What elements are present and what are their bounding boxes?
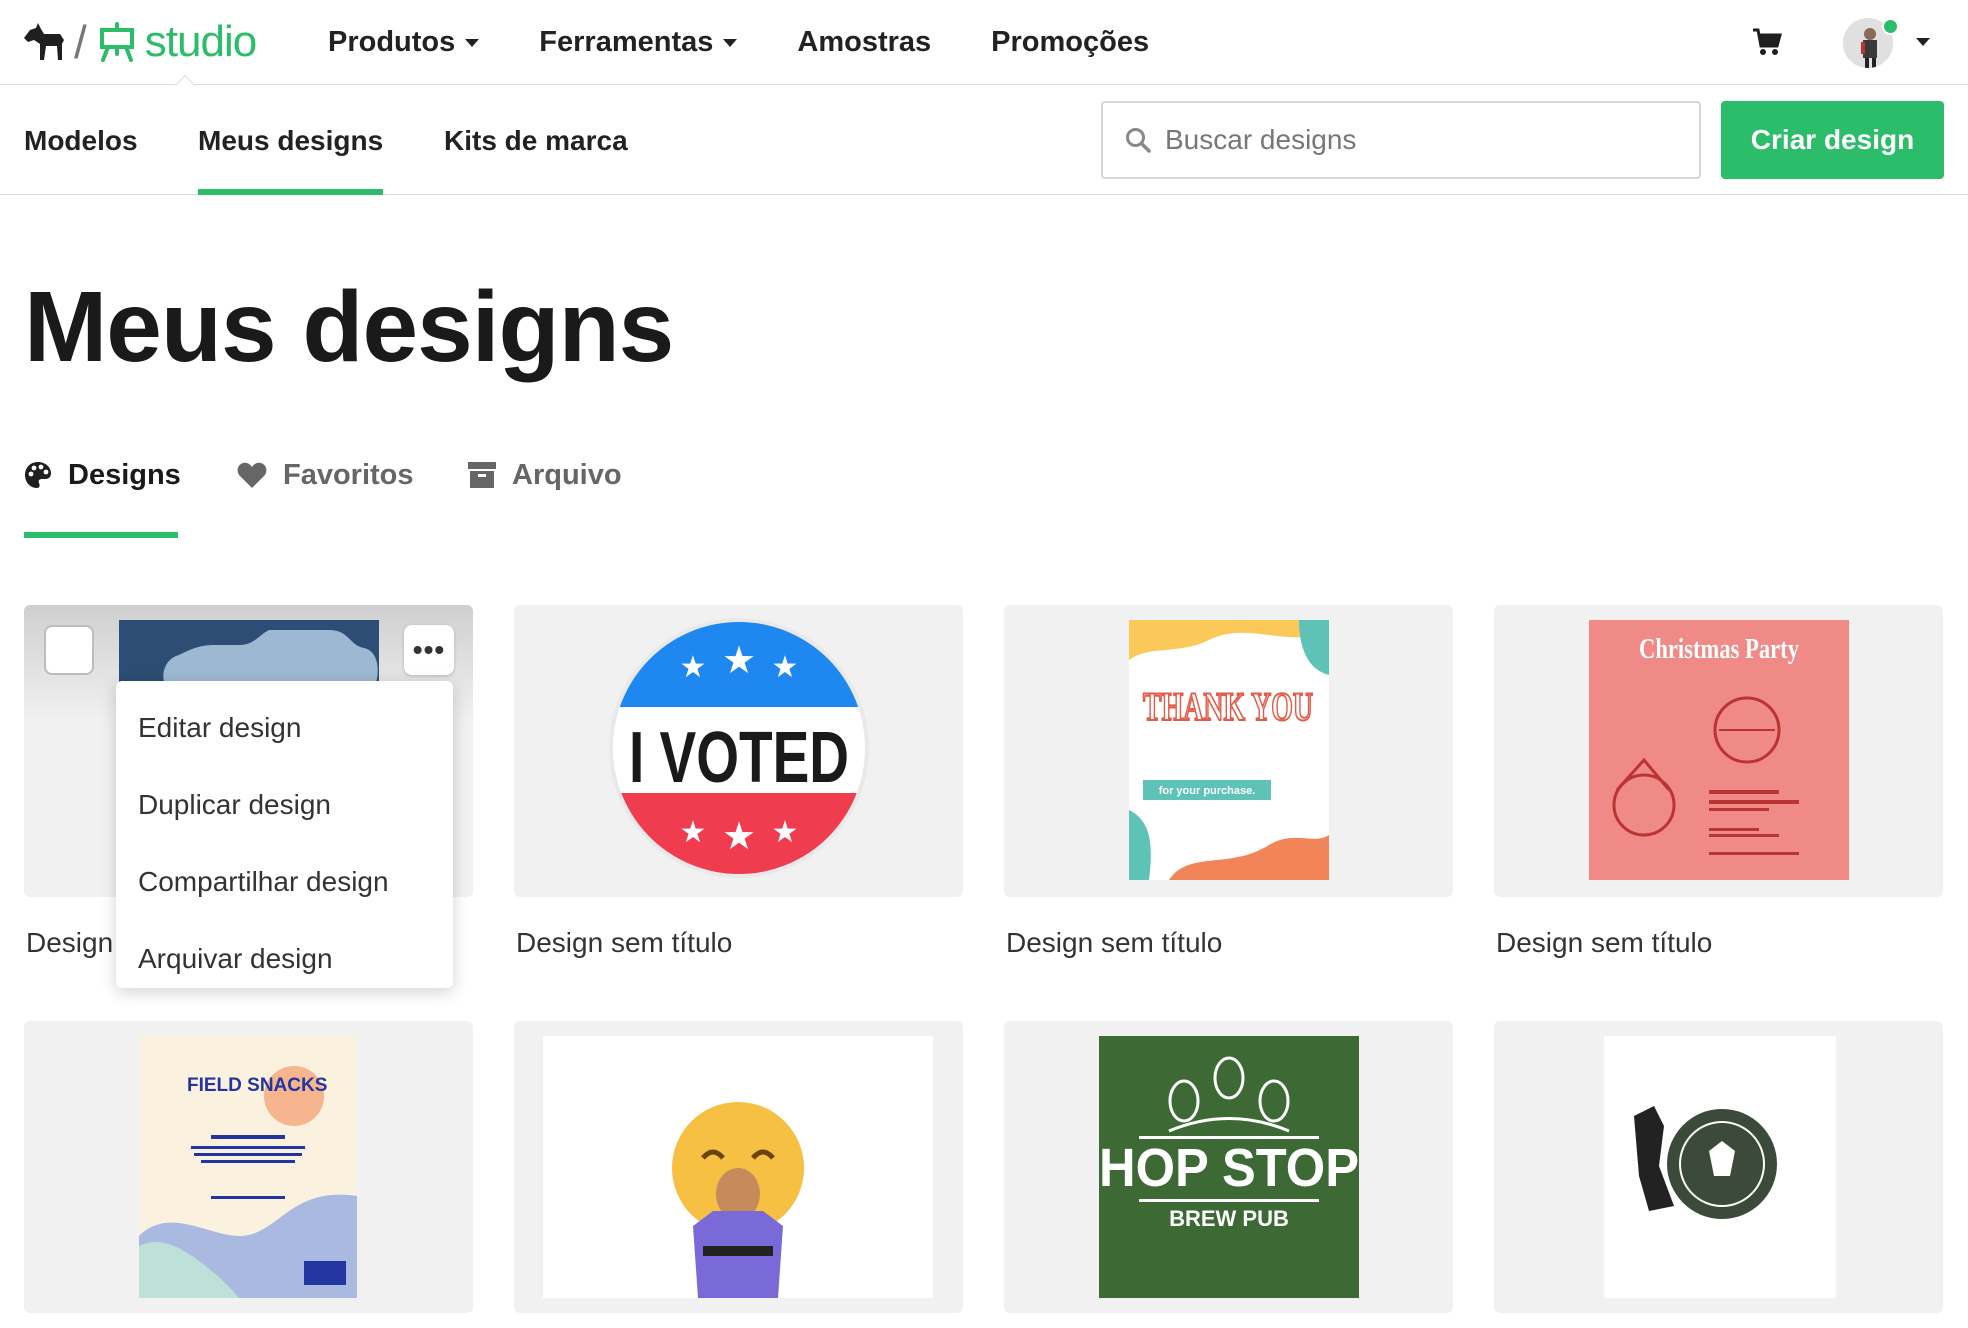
svg-text:★: ★: [722, 814, 756, 858]
tab-designs[interactable]: Designs: [24, 450, 181, 500]
palette-icon: [24, 461, 52, 489]
logo-divider: /: [74, 16, 87, 68]
tab-label: Favoritos: [283, 458, 414, 491]
svg-text:★: ★: [772, 650, 799, 685]
archive-icon: [468, 462, 496, 488]
thumb-subtext: for your purchase.: [1159, 785, 1256, 797]
nav-label: Amostras: [797, 26, 932, 58]
thumb-title: HOP STOP: [1099, 1138, 1359, 1198]
chevron-down-icon: [723, 38, 738, 47]
primary-nav: Produtos Ferramentas Amostras Promoções: [328, 0, 1209, 85]
heart-icon: [237, 462, 267, 489]
svg-text:★: ★: [722, 638, 756, 682]
design-caption: Design: [26, 927, 114, 958]
design-thumbnail: Christmas Party: [1589, 620, 1849, 880]
search-icon: [1126, 128, 1151, 153]
page-title: Meus designs: [24, 271, 674, 383]
secondary-nav: Modelos Meus designs Kits de marca Criar…: [0, 86, 1968, 195]
design-caption: Design sem título: [1006, 927, 1223, 958]
design-caption: Design sem título: [516, 927, 733, 958]
select-checkbox[interactable]: [44, 625, 94, 675]
tab-favoritos[interactable]: Favoritos: [237, 450, 414, 500]
thumb-title: FIELD SNACKS: [187, 1075, 327, 1096]
search-box: [1101, 101, 1701, 179]
design-thumbnail: [1604, 1036, 1836, 1298]
design-thumbnail: THANK YOU for your purchase.: [1129, 620, 1329, 880]
design-thumbnail: [543, 1036, 933, 1298]
online-status-dot: [1882, 18, 1899, 35]
nav-ferramentas[interactable]: Ferramentas: [539, 26, 738, 59]
cart-icon[interactable]: [1752, 28, 1782, 56]
design-thumbnail: FIELD SNACKS: [139, 1036, 357, 1298]
tab-kits-de-marca[interactable]: Kits de marca: [444, 86, 628, 195]
active-tab-indicator: [24, 532, 178, 538]
logo[interactable]: / studio: [22, 16, 257, 68]
more-options-button[interactable]: •••: [404, 625, 454, 675]
top-navbar: / studio Produtos Ferramentas Amostras P…: [0, 0, 1968, 95]
chevron-down-icon: [465, 38, 480, 47]
thumb-title: THANK YOU: [1143, 684, 1313, 729]
horse-icon: [24, 23, 64, 60]
nav-produtos[interactable]: Produtos: [328, 26, 480, 59]
tab-label: Designs: [68, 458, 181, 491]
easel-icon: [99, 22, 134, 62]
menu-item-duplicate-design[interactable]: Duplicar design: [116, 766, 453, 843]
tab-meus-designs[interactable]: Meus designs: [198, 86, 384, 195]
nav-label: Promoções: [991, 26, 1150, 58]
tab-modelos[interactable]: Modelos: [24, 86, 138, 195]
design-thumbnail: [119, 620, 379, 690]
design-card[interactable]: [1494, 1021, 1943, 1313]
tab-arquivo[interactable]: Arquivo: [468, 450, 622, 500]
design-card[interactable]: Christmas Party: [1494, 605, 1943, 897]
design-thumbnail: ★ ★ ★ ★ ★ ★ I VOTED: [609, 618, 869, 878]
thumb-title: I VOTED: [629, 718, 849, 798]
design-card[interactable]: FIELD SNACKS: [24, 1021, 473, 1313]
brand-name: studio: [144, 17, 257, 66]
svg-text:★: ★: [680, 650, 707, 685]
tab-label: Arquivo: [512, 458, 622, 491]
nav-label: Produtos: [328, 26, 456, 58]
menu-item-archive-design[interactable]: Arquivar design: [116, 920, 453, 997]
create-design-button[interactable]: Criar design: [1721, 101, 1944, 179]
svg-text:★: ★: [680, 815, 707, 850]
design-card[interactable]: ★ ★ ★ ★ ★ ★ I VOTED: [514, 605, 963, 897]
thumb-title: Christmas Party: [1639, 634, 1799, 665]
search-input[interactable]: [1165, 124, 1685, 156]
design-card[interactable]: [514, 1021, 963, 1313]
thumb-subtext: BREW PUB: [1169, 1206, 1289, 1231]
design-context-menu: Editar design Duplicar design Compartilh…: [116, 681, 453, 988]
design-card[interactable]: THANK YOU for your purchase.: [1004, 605, 1453, 897]
design-caption: Design sem título: [1496, 927, 1713, 958]
menu-item-share-design[interactable]: Compartilhar design: [116, 843, 453, 920]
nav-promocoes[interactable]: Promoções: [991, 26, 1149, 59]
svg-text:★: ★: [772, 815, 799, 850]
chevron-down-icon[interactable]: [1916, 38, 1930, 46]
design-card[interactable]: HOP STOP BREW PUB: [1004, 1021, 1453, 1313]
nav-amostras[interactable]: Amostras: [797, 26, 931, 59]
design-thumbnail: HOP STOP BREW PUB: [1099, 1036, 1359, 1298]
menu-item-edit-design[interactable]: Editar design: [116, 689, 453, 766]
nav-label: Ferramentas: [539, 26, 714, 58]
